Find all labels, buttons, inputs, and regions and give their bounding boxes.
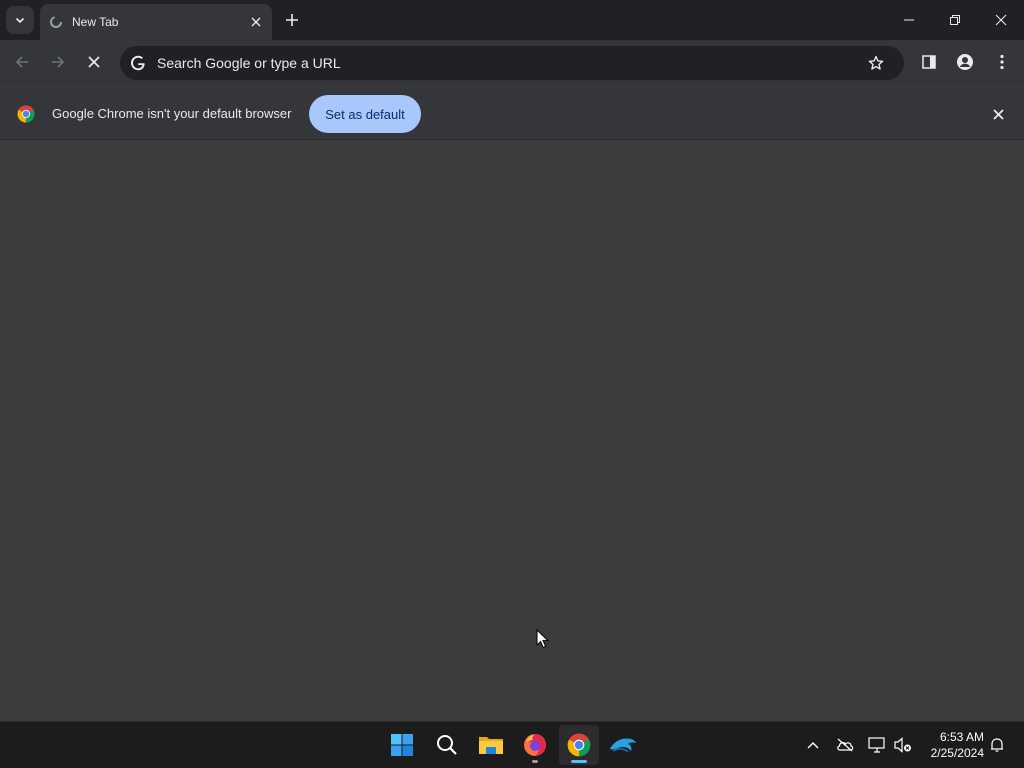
file-explorer-button[interactable]: [471, 725, 511, 765]
close-window-button[interactable]: [978, 0, 1024, 40]
tab-close-button[interactable]: [246, 12, 266, 32]
title-bar: New Tab: [0, 0, 1024, 40]
start-button[interactable]: [382, 725, 422, 765]
close-icon: [995, 14, 1007, 26]
dolphin-emulator-button[interactable]: [603, 725, 643, 765]
minimize-icon: [904, 19, 914, 21]
omnibox[interactable]: Search Google or type a URL: [120, 46, 904, 80]
bookmark-star-button[interactable]: [866, 53, 886, 73]
default-browser-infobar: Google Chrome isn't your default browser…: [0, 86, 1024, 140]
set-as-default-button[interactable]: Set as default: [309, 95, 421, 133]
search-icon: [437, 735, 457, 755]
onedrive-button[interactable]: [835, 735, 855, 755]
chrome-icon: [567, 733, 591, 757]
onedrive-offline-icon: [837, 738, 854, 752]
clock-date: 2/25/2024: [930, 746, 984, 760]
chevron-down-icon: [15, 17, 25, 24]
infobar-message: Google Chrome isn't your default browser: [52, 106, 292, 121]
active-indicator: [571, 760, 587, 763]
infobar-close-button[interactable]: [988, 104, 1008, 124]
back-button[interactable]: [7, 47, 37, 77]
tab-new-tab[interactable]: New Tab: [40, 4, 272, 40]
taskbar-search-button[interactable]: [427, 725, 467, 765]
loading-spinner-icon: [48, 14, 64, 30]
omnibox-placeholder: Search Google or type a URL: [157, 55, 341, 71]
volume-muted-icon: [894, 737, 911, 753]
running-indicator: [532, 760, 538, 763]
chrome-taskbar-button[interactable]: [559, 725, 599, 765]
arrow-right-icon: [52, 56, 65, 68]
stop-loading-button[interactable]: [79, 47, 109, 77]
side-panel-button[interactable]: [914, 47, 944, 77]
network-icon: [868, 737, 885, 753]
firefox-button[interactable]: [515, 725, 555, 765]
firefox-icon: [524, 734, 546, 756]
mouse-cursor-icon: [536, 629, 550, 649]
plus-icon: [286, 14, 298, 26]
dolphin-emulator-icon: [610, 738, 636, 753]
tab-title: New Tab: [72, 15, 119, 29]
restore-icon: [950, 15, 960, 25]
tab-search-button[interactable]: [6, 6, 34, 34]
notification-bell-icon: [991, 738, 1003, 752]
google-g-icon: [128, 53, 148, 73]
menu-button[interactable]: [987, 47, 1017, 77]
page-content: [0, 140, 1024, 721]
side-panel-icon: [922, 55, 936, 69]
arrow-left-icon: [15, 56, 28, 68]
clock-time: 6:53 AM: [939, 730, 984, 744]
profile-button[interactable]: [950, 47, 980, 77]
clock[interactable]: 6:53 AM 2/25/2024: [914, 729, 984, 761]
kebab-menu-icon: [1000, 54, 1004, 70]
start-icon: [391, 734, 413, 756]
star-icon: [868, 55, 884, 70]
network-button[interactable]: [867, 735, 887, 755]
show-hidden-icons-button[interactable]: [803, 735, 823, 755]
file-explorer-icon: [479, 737, 503, 754]
volume-button[interactable]: [893, 735, 913, 755]
minimize-button[interactable]: [886, 0, 932, 40]
toolbar: Search Google or type a URL: [0, 40, 1024, 86]
close-icon: [88, 56, 100, 68]
forward-button[interactable]: [43, 47, 73, 77]
chrome-logo-icon: [17, 105, 35, 123]
avatar-icon: [957, 54, 973, 70]
close-icon: [992, 108, 1004, 120]
taskbar: 6:53 AM 2/25/2024: [0, 721, 1024, 768]
new-tab-button[interactable]: [280, 8, 304, 32]
chevron-up-icon: [807, 742, 819, 749]
restore-button[interactable]: [932, 0, 978, 40]
notifications-button[interactable]: [987, 735, 1007, 755]
close-icon: [251, 17, 261, 27]
